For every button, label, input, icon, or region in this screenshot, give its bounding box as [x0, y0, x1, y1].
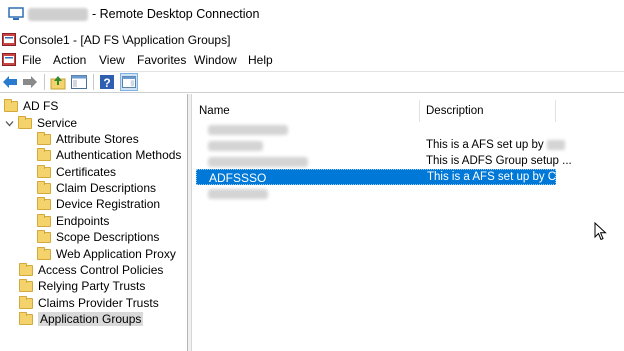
tree-item-label: Claim Descriptions: [56, 181, 157, 195]
back-arrow-icon[interactable]: [1, 73, 19, 91]
column-header-description[interactable]: Description: [420, 100, 556, 122]
tree-item-label: Attribute Stores: [56, 132, 139, 146]
menu-window[interactable]: Window: [194, 53, 237, 67]
folder-icon: [37, 196, 51, 210]
chevron-down-icon[interactable]: [4, 118, 14, 128]
list-item-selected[interactable]: ADFSSSO This is a AFS set up by CS ...: [196, 169, 577, 185]
tree-item-label: Scope Descriptions: [56, 230, 160, 244]
tree-item-label: Claims Provider Trusts: [38, 296, 159, 310]
tree-item-label: Web Application Proxy: [56, 247, 176, 261]
tree-item-application-groups[interactable]: Application Groups: [19, 311, 144, 327]
tree-item-claim-descriptions[interactable]: Claim Descriptions: [37, 180, 156, 196]
pane-splitter[interactable]: [188, 94, 192, 351]
rdp-host-redacted: [28, 8, 88, 21]
folder-icon: [19, 295, 33, 309]
tree-item-authentication-methods[interactable]: Authentication Methods: [37, 147, 181, 163]
show-hide-action-pane-icon[interactable]: [120, 73, 138, 91]
tree-item-label: Application Groups: [38, 312, 144, 326]
tree-item-label: Authentication Methods: [56, 148, 182, 162]
tree-item-web-application-proxy[interactable]: Web Application Proxy: [37, 246, 176, 262]
toolbar-separator: [44, 74, 45, 90]
folder-icon: [4, 98, 18, 112]
help-icon[interactable]: ?: [98, 73, 116, 91]
folder-icon: [37, 213, 51, 227]
folder-icon: [19, 262, 33, 276]
list-item-description: This is ADFS Group setup ...: [426, 155, 572, 167]
redacted-name: [208, 141, 263, 151]
menu-help[interactable]: Help: [248, 53, 273, 67]
tree-item-attribute-stores[interactable]: Attribute Stores: [37, 131, 139, 147]
folder-icon: [37, 164, 51, 178]
tree-item-device-registration[interactable]: Device Registration: [37, 196, 160, 212]
rdp-title: - Remote Desktop Connection: [92, 7, 260, 21]
remote-desktop-icon: [8, 7, 24, 20]
tree-item-scope-descriptions[interactable]: Scope Descriptions: [37, 229, 159, 245]
folder-icon: [37, 180, 51, 194]
folder-icon: [18, 115, 32, 129]
tree-item-label: Service: [37, 116, 78, 130]
folder-icon: [19, 311, 33, 325]
folder-icon: [37, 246, 51, 260]
list-item[interactable]: [196, 186, 556, 202]
tree-item-access-control-policies[interactable]: Access Control Policies: [19, 262, 163, 278]
tree-item-certificates[interactable]: Certificates: [37, 164, 116, 180]
list-item-name: ADFSSSO: [209, 171, 267, 185]
redacted-name: [208, 189, 268, 199]
folder-icon: [37, 229, 51, 243]
folder-icon: [37, 147, 51, 161]
up-folder-icon[interactable]: [49, 73, 67, 91]
mmc-system-menu-icon[interactable]: [2, 53, 16, 66]
tree-item-claims-provider-trusts[interactable]: Claims Provider Trusts: [19, 295, 159, 311]
toolbar-separator: [93, 74, 94, 90]
folder-icon: [19, 278, 33, 292]
list-item[interactable]: This is ADFS Group setup ...: [196, 154, 572, 170]
menu-view[interactable]: View: [99, 53, 125, 67]
menu-action[interactable]: Action: [53, 53, 86, 67]
list-item[interactable]: This is a AFS set up by: [196, 138, 565, 154]
tree-item-label: Relying Party Trusts: [38, 279, 146, 293]
tree-item-ad-fs[interactable]: AD FS: [4, 98, 58, 114]
menu-favorites[interactable]: Favorites: [137, 53, 186, 67]
tree-item-label: Access Control Policies: [38, 263, 164, 277]
description-text: This is a AFS set up by: [426, 139, 544, 151]
redacted-text: [546, 139, 565, 150]
list-item-description: This is a AFS set up by: [426, 139, 565, 151]
mouse-cursor-icon: [594, 222, 607, 241]
folder-icon: [37, 131, 51, 145]
redacted-name: [208, 125, 288, 135]
list-item-description: This is a AFS set up by CS ...: [427, 171, 577, 183]
menu-file[interactable]: File: [22, 53, 41, 67]
column-header-name[interactable]: Name: [193, 100, 420, 122]
tree-item-label: AD FS: [23, 99, 59, 113]
svg-text:?: ?: [103, 76, 110, 90]
tree-item-relying-party-trusts[interactable]: Relying Party Trusts: [19, 278, 145, 294]
tree-item-service[interactable]: Service: [4, 115, 77, 131]
redacted-name: [208, 157, 308, 167]
mmc-console-icon: [2, 33, 16, 46]
mmc-window-title: Console1 - [AD FS \Application Groups]: [19, 33, 231, 47]
show-hide-console-tree-icon[interactable]: [70, 73, 88, 91]
tree-item-label: Device Registration: [56, 197, 161, 211]
list-item[interactable]: [196, 122, 556, 138]
tree-item-label: Endpoints: [56, 214, 110, 228]
tree-item-endpoints[interactable]: Endpoints: [37, 213, 109, 229]
forward-arrow-icon[interactable]: [21, 73, 39, 91]
tree-item-label: Certificates: [56, 165, 117, 179]
